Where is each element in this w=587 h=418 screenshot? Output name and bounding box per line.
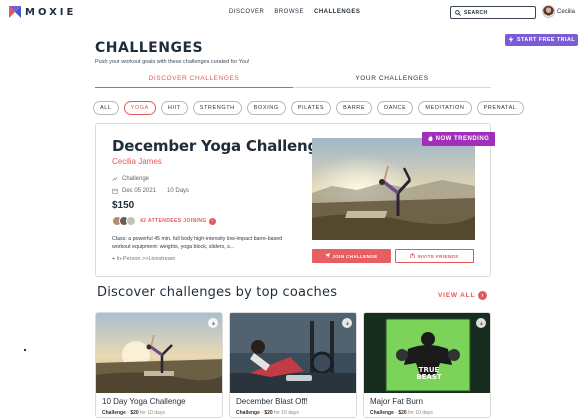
attendee-avatar: [126, 216, 136, 226]
location-text: In-Person >>Livestream: [116, 256, 176, 262]
filter-chip-dance[interactable]: DANCE: [377, 101, 414, 115]
bookmark-icon[interactable]: [476, 318, 486, 328]
challenge-tabs: DISCOVER CHALLENGES YOUR CHALLENGES: [95, 72, 491, 88]
card-title[interactable]: Major Fat Burn: [370, 397, 423, 406]
featured-challenge-card[interactable]: December Yoga Challenge Cecilia James Ch…: [95, 123, 495, 277]
filter-chip-barre[interactable]: BARRE: [336, 101, 373, 115]
category-filters: ALL YOGA HIIT STRENGTH BOXING PILATES BA…: [93, 101, 524, 115]
view-all-label: VIEW ALL: [438, 292, 476, 299]
challenge-description: Class: a powerful 45 min. full body high…: [112, 236, 283, 250]
card-meta: Challenge · $20 for 10 days: [236, 410, 299, 416]
card-price: $20: [264, 410, 273, 416]
page-title: CHALLENGES: [95, 40, 204, 56]
challenge-card[interactable]: TRUE BEAST Major Fat Burn Challenge · $20…: [363, 312, 491, 418]
bookmark-icon[interactable]: [342, 318, 352, 328]
attendees-count: 42 ATTENDEES JOINING: [140, 218, 207, 224]
challenge-duration: 10 Days: [167, 188, 190, 194]
card-price: $20: [130, 410, 139, 416]
nav-challenges[interactable]: CHALLENGES: [314, 9, 360, 15]
section-title: Discover challenges by top coaches: [97, 285, 338, 300]
featured-coach[interactable]: Cecilia James: [112, 157, 162, 166]
featured-image[interactable]: [312, 138, 475, 240]
card-duration: for 10 days: [408, 410, 433, 416]
filter-chip-all[interactable]: ALL: [93, 101, 119, 115]
user-menu[interactable]: Cecilia: [542, 5, 575, 18]
calendar-icon: [112, 188, 118, 194]
filter-chip-hiit[interactable]: HIIT: [160, 101, 188, 115]
activity-icon: [112, 176, 118, 182]
search-box[interactable]: [450, 6, 536, 19]
filter-chip-prenatal[interactable]: PRENATAL: [476, 101, 524, 115]
challenge-card[interactable]: December Blast Off! Challenge · $20 for …: [229, 312, 357, 418]
filter-chip-meditation[interactable]: MEDITATION: [418, 101, 472, 115]
bookmark-icon[interactable]: [208, 318, 218, 328]
join-challenge-label: JOIN CHALLENGE: [332, 253, 378, 259]
challenge-type-row: Challenge: [112, 176, 149, 182]
challenge-location: ⌖ In-Person >>Livestream: [112, 256, 175, 263]
arrow-right-icon: ›: [478, 291, 488, 300]
card-duration: for 10 days: [274, 410, 299, 416]
view-all-link[interactable]: VIEW ALL ›: [438, 291, 488, 300]
filter-chip-strength[interactable]: STRENGTH: [192, 101, 242, 115]
card-meta: Challenge · $20 for 10 days: [102, 410, 165, 416]
search-input[interactable]: [464, 9, 532, 16]
location-pin-icon: ⌖: [112, 256, 116, 262]
card-duration: for 10 days: [140, 410, 165, 416]
tab-your-challenges[interactable]: YOUR CHALLENGES: [293, 72, 491, 88]
challenge-card-image: [96, 313, 222, 393]
tab-discover-challenges[interactable]: DISCOVER CHALLENGES: [95, 72, 293, 88]
filter-chip-pilates[interactable]: PILATES: [290, 101, 332, 115]
nav-discover[interactable]: DISCOVER: [229, 9, 264, 15]
brand-name: MOXIE: [25, 6, 77, 18]
card-title[interactable]: 10 Day Yoga Challenge: [102, 397, 186, 406]
card-image-text: TRUE BEAST: [416, 366, 442, 381]
card-kind: Challenge: [236, 410, 260, 416]
challenge-card[interactable]: 10 Day Yoga Challenge Challenge · $20 fo…: [95, 312, 223, 418]
main-nav: DISCOVER BROWSE CHALLENGES: [229, 9, 360, 15]
logo[interactable]: MOXIE: [9, 6, 76, 18]
user-name: Cecilia: [557, 8, 576, 15]
invite-friends-button[interactable]: INVITE FRIENDS: [395, 249, 474, 263]
send-icon: [325, 253, 331, 259]
now-trending-badge: NOW TRENDING: [422, 132, 495, 146]
avatar[interactable]: [542, 5, 555, 18]
join-challenge-button[interactable]: JOIN CHALLENGE: [312, 249, 391, 263]
card-price: $20: [398, 410, 407, 416]
card-meta: Challenge · $20 for 10 days: [370, 410, 433, 416]
trending-label: NOW TRENDING: [435, 136, 490, 142]
lightning-icon: [508, 35, 514, 45]
share-icon: [410, 252, 416, 259]
moxie-logo-icon: [9, 6, 21, 18]
stray-dot: [24, 349, 26, 351]
challenge-card-image: TRUE BEAST: [364, 313, 490, 393]
card-kind: Challenge: [370, 410, 394, 416]
challenge-card-image: [230, 313, 356, 393]
chevron-right-icon[interactable]: ›: [208, 217, 216, 225]
challenge-date: Dec 05 2021: [122, 188, 157, 194]
challenge-date-row: Dec 05 2021 10 Days: [112, 188, 189, 194]
card-title[interactable]: December Blast Off!: [236, 397, 308, 406]
challenge-price: $150: [112, 200, 135, 211]
nav-browse[interactable]: BROWSE: [274, 9, 304, 15]
trial-button-label: START FREE TRIAL: [516, 37, 576, 43]
filter-chip-yoga[interactable]: YOGA: [123, 101, 156, 115]
invite-friends-label: INVITE FRIENDS: [417, 253, 459, 259]
filter-chip-boxing[interactable]: BOXING: [246, 101, 286, 115]
page-subtitle: Push your workout goals with these chall…: [95, 59, 250, 65]
search-icon: [455, 9, 461, 16]
featured-title[interactable]: December Yoga Challenge: [112, 137, 328, 155]
attendees-row[interactable]: 42 ATTENDEES JOINING ›: [112, 216, 216, 226]
card-kind: Challenge: [102, 410, 126, 416]
challenge-type: Challenge: [122, 176, 150, 182]
top-navigation-bar: MOXIE DISCOVER BROWSE CHALLENGES Cecilia: [0, 0, 587, 24]
flame-icon: [428, 134, 433, 144]
start-free-trial-button[interactable]: START FREE TRIAL: [505, 34, 578, 46]
